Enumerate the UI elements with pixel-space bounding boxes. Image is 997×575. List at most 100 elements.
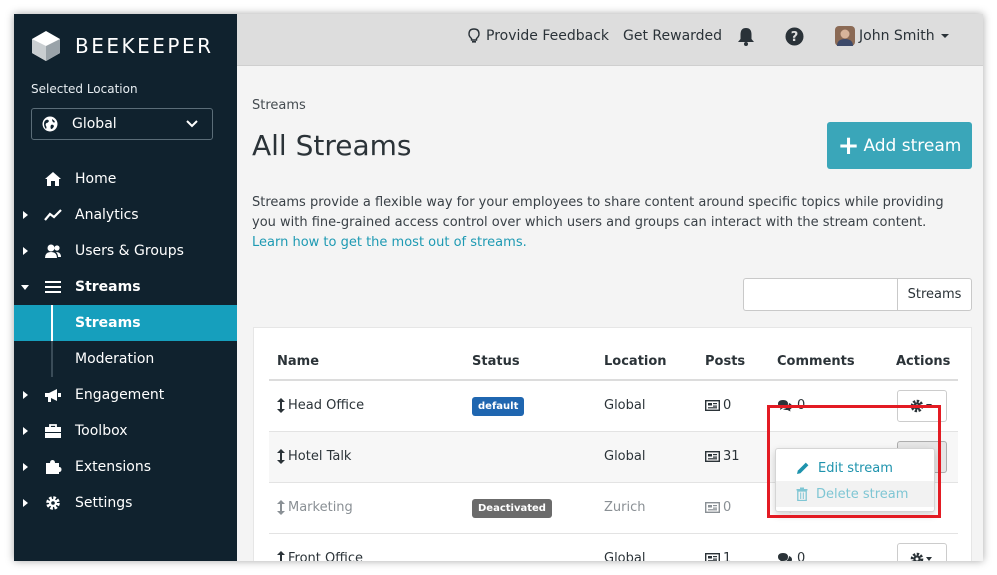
caret-right-icon: [23, 211, 28, 219]
search-input[interactable]: [743, 278, 897, 311]
sidebar-subitem-streams[interactable]: Streams: [14, 305, 237, 341]
drag-handle-icon: [277, 398, 285, 413]
sidebar-subitem-moderation[interactable]: Moderation: [14, 341, 237, 377]
sidebar-nav: Home Analytics Users & Groups Streams St…: [14, 161, 237, 521]
column-header-name[interactable]: Name: [277, 354, 319, 369]
globe-icon: [42, 116, 58, 132]
avatar: [835, 26, 855, 46]
annotation-highlight-box: [767, 405, 941, 518]
chevron-down-icon: [186, 120, 198, 128]
list-icon: [45, 281, 61, 293]
sidebar-item-engagement[interactable]: Engagement: [14, 377, 237, 413]
location-cell: Global: [604, 551, 646, 561]
toolbox-icon: [45, 424, 61, 438]
sidebar-item-label: Extensions: [75, 459, 152, 475]
get-rewarded-label: Get Rewarded: [623, 28, 723, 44]
users-icon: [45, 244, 61, 258]
drag-handle-icon: [277, 551, 285, 561]
learn-more-link[interactable]: Learn how to get the most out of streams…: [252, 235, 527, 250]
newspaper-icon: [705, 400, 720, 411]
stream-name: Head Office: [288, 398, 365, 413]
analytics-icon: [44, 209, 62, 221]
notifications-button[interactable]: [737, 27, 755, 46]
sidebar-item-settings[interactable]: Settings: [14, 485, 237, 521]
caret-right-icon: [23, 247, 28, 255]
stream-name: Front Office: [288, 551, 363, 561]
brand-name: BEEKEEPER: [75, 34, 214, 58]
location-select[interactable]: Global: [31, 108, 213, 140]
stream-name-cell[interactable]: Head Office: [277, 398, 364, 413]
sidebar-item-label: Settings: [75, 495, 133, 511]
description-text: Streams provide a flexible way for your …: [252, 195, 944, 230]
sidebar-item-toolbox[interactable]: Toolbox: [14, 413, 237, 449]
column-header-status[interactable]: Status: [472, 354, 520, 369]
sidebar-item-label: Engagement: [75, 387, 165, 403]
posts-cell: 0: [705, 398, 731, 413]
page-title: All Streams: [252, 129, 412, 162]
question-circle-icon: ?: [785, 27, 804, 46]
page-description: Streams provide a flexible way for your …: [252, 193, 962, 253]
home-icon: [45, 172, 61, 186]
column-header-location[interactable]: Location: [604, 354, 667, 369]
newspaper-icon: [705, 451, 720, 462]
posts-count: 31: [723, 449, 740, 464]
brand[interactable]: BEEKEEPER: [31, 28, 213, 64]
nav-rail: [51, 305, 53, 341]
sidebar-item-label: Home: [75, 171, 117, 187]
sidebar-item-label: Users & Groups: [75, 243, 184, 259]
comments-count: 0: [797, 551, 806, 561]
sidebar-item-home[interactable]: Home: [14, 161, 237, 197]
row-actions-button[interactable]: [897, 543, 947, 561]
sidebar-item-users-groups[interactable]: Users & Groups: [14, 233, 237, 269]
breadcrumb[interactable]: Streams: [252, 98, 306, 113]
get-rewarded-link[interactable]: Get Rewarded: [623, 28, 722, 44]
drag-handle-icon: [277, 449, 285, 464]
provide-feedback-label: Provide Feedback: [486, 28, 610, 44]
caret-down-icon: [21, 285, 29, 290]
posts-count: 1: [723, 551, 732, 561]
beekeeper-logo-icon: [32, 31, 60, 61]
provide-feedback-link[interactable]: Provide Feedback: [468, 28, 609, 44]
gear-icon: [910, 552, 932, 561]
stream-name: Hotel Talk: [288, 449, 352, 464]
status-badge: Deactivated: [472, 499, 552, 518]
sidebar: BEEKEEPER Selected Location Global Home …: [14, 14, 237, 561]
search-streams-button[interactable]: Streams: [897, 278, 972, 311]
megaphone-icon: [45, 389, 61, 402]
stream-name-cell[interactable]: Hotel Talk: [277, 449, 351, 464]
sidebar-item-extensions[interactable]: Extensions: [14, 449, 237, 485]
add-stream-button[interactable]: + Add stream: [827, 122, 972, 169]
location-label: Selected Location: [31, 82, 138, 96]
stream-name-cell[interactable]: Front Office: [277, 551, 363, 561]
user-menu[interactable]: John Smith: [835, 26, 950, 46]
location-cell: Global: [604, 398, 646, 413]
drag-handle-icon: [277, 500, 285, 515]
nav-rail: [51, 341, 53, 377]
sidebar-subitem-label: Moderation: [75, 351, 155, 367]
caret-right-icon: [23, 391, 28, 399]
newspaper-icon: [705, 502, 720, 513]
sidebar-subitem-label: Streams: [75, 315, 141, 331]
plus-icon: +: [837, 130, 860, 161]
sidebar-item-streams[interactable]: Streams: [14, 269, 237, 305]
stream-name: Marketing: [288, 500, 353, 515]
column-header-comments[interactable]: Comments: [777, 354, 855, 369]
location-value: Global: [72, 116, 117, 132]
posts-cell: 31: [705, 449, 740, 464]
posts-count: 0: [723, 500, 732, 515]
column-header-actions: Actions: [896, 354, 951, 369]
caret-right-icon: [23, 463, 28, 471]
puzzle-icon: [46, 460, 62, 474]
status-badge: default: [472, 397, 525, 416]
table-row[interactable]: Front Office Global 1 0: [269, 534, 958, 561]
sidebar-item-label: Analytics: [75, 207, 139, 223]
stream-name-cell[interactable]: Marketing: [277, 500, 353, 515]
sidebar-item-analytics[interactable]: Analytics: [14, 197, 237, 233]
lightbulb-icon: [468, 28, 480, 43]
sidebar-item-label: Toolbox: [75, 423, 128, 439]
column-header-posts[interactable]: Posts: [705, 354, 745, 369]
location-cell: Global: [604, 449, 646, 464]
add-stream-label: Add stream: [863, 135, 962, 156]
caret-right-icon: [23, 499, 28, 507]
help-button[interactable]: ?: [785, 27, 804, 46]
